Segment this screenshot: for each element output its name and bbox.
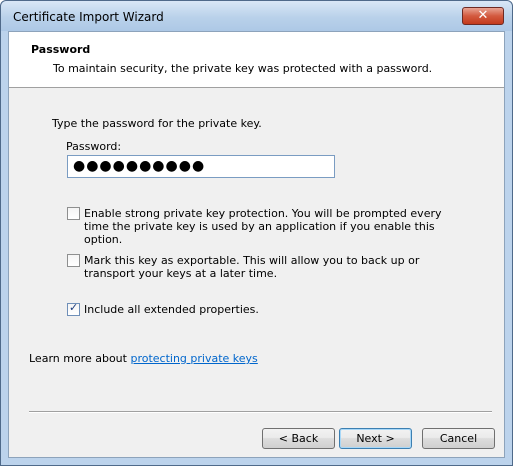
learn-more-text: Learn more about protecting private keys [29,352,258,365]
wizard-window: Certificate Import Wizard ✕ Password To … [0,0,513,466]
next-button[interactable]: Next > [339,428,412,449]
window-title: Certificate Import Wizard [13,10,164,24]
title-bar: Certificate Import Wizard ✕ [1,1,512,31]
wizard-header: Password To maintain security, the priva… [9,32,504,88]
strong-protection-label: Enable strong private key protection. Yo… [84,207,442,246]
password-prompt: Type the password for the private key. [52,117,262,130]
password-field[interactable]: ●●●●●●●●●● [67,155,335,178]
back-button[interactable]: < Back [262,428,335,449]
protecting-private-keys-link[interactable]: protecting private keys [130,352,257,365]
cancel-button[interactable]: Cancel [422,428,495,449]
password-label: Password: [66,140,122,153]
strong-protection-checkbox[interactable] [67,207,80,220]
exportable-checkbox[interactable] [67,254,80,267]
page-description: To maintain security, the private key wa… [53,62,433,75]
learn-more-prefix: Learn more about [29,352,131,365]
checkmark-icon: ✓ [69,301,79,314]
extended-properties-label: Include all extended properties. [84,303,259,316]
close-icon: ✕ [477,8,489,23]
extended-properties-checkbox[interactable]: ✓ [67,301,80,316]
footer-divider [29,411,492,413]
wizard-body: Password To maintain security, the priva… [8,31,505,458]
close-button[interactable]: ✕ [462,7,504,25]
exportable-label: Mark this key as exportable. This will a… [84,254,420,280]
page-title: Password [31,43,91,56]
